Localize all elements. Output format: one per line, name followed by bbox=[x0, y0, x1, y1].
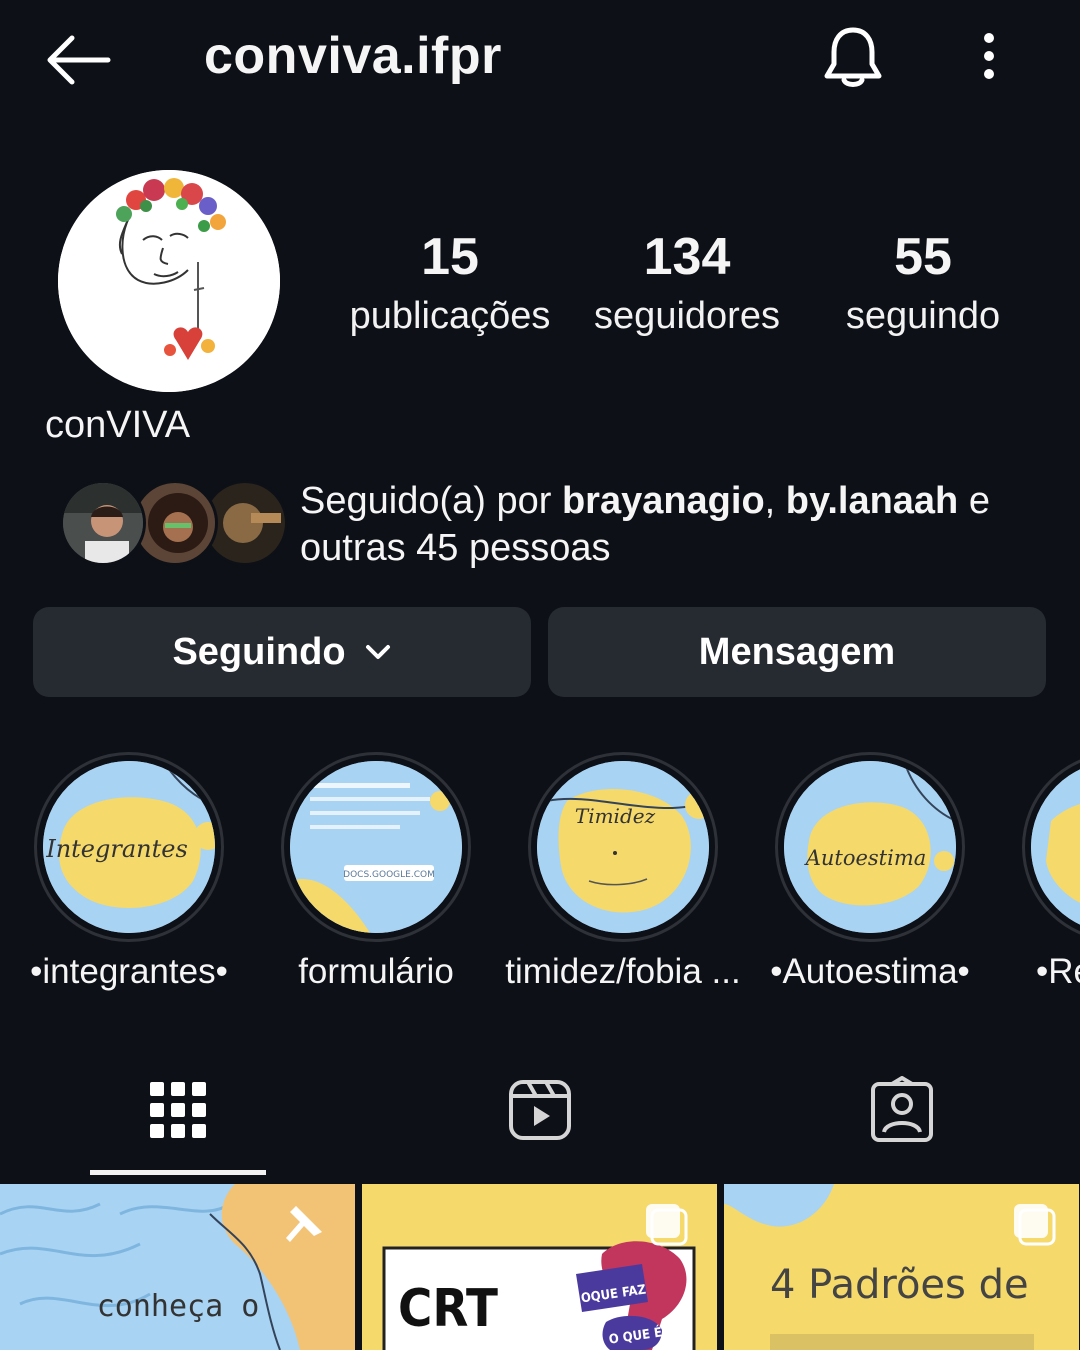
highlight-cover: Autoestima bbox=[784, 761, 956, 933]
reels-tab-icon[interactable] bbox=[506, 1076, 574, 1144]
highlight-integrantes[interactable]: Integrantes •integrantes• bbox=[30, 752, 228, 991]
profile-avatar[interactable] bbox=[58, 170, 280, 392]
mutual-followers-avatars[interactable] bbox=[60, 480, 288, 568]
post-tile-2[interactable]: CRT OQUE FAZ O QUE É bbox=[362, 1184, 717, 1350]
mutual-user-1[interactable]: brayanagio bbox=[562, 480, 765, 522]
profile-stats: 15 publicações 134 seguidores 55 seguind… bbox=[330, 226, 1050, 346]
followed-by-others: outras 45 pessoas bbox=[300, 527, 611, 569]
profile-username-title: conviva.ifpr bbox=[204, 27, 502, 85]
following-count: 55 bbox=[894, 228, 952, 286]
highlight-autoestima[interactable]: Autoestima •Autoestima• bbox=[770, 752, 970, 991]
posts-count: 15 bbox=[421, 228, 479, 286]
avatar-illustration bbox=[58, 170, 280, 392]
highlight-cover-text: DOCS.GOOGLE.COM bbox=[343, 870, 435, 880]
top-bar: conviva.ifpr bbox=[0, 0, 1080, 120]
following-button[interactable]: Seguindo bbox=[33, 607, 531, 697]
followed-by-suffix: e bbox=[958, 480, 990, 522]
highlight-cover: Timidez bbox=[537, 761, 709, 933]
followed-by-text[interactable]: Seguido(a) por brayanagio, by.lanaah e o… bbox=[300, 478, 1040, 572]
highlight-label: •Re bbox=[1036, 952, 1080, 991]
highlight-cover bbox=[1031, 761, 1080, 933]
highlight-cover-text: Autoestima bbox=[804, 846, 927, 870]
post-1-text: conheça o bbox=[97, 1289, 260, 1324]
highlight-cover: DOCS.GOOGLE.COM bbox=[290, 761, 462, 933]
more-vertical-icon[interactable] bbox=[972, 30, 1006, 86]
followers-label: seguidores bbox=[594, 295, 780, 337]
following-button-label: Seguindo bbox=[172, 630, 346, 673]
highlight-ring: Timidez bbox=[528, 752, 718, 942]
highlight-label: •integrantes• bbox=[30, 952, 228, 991]
chevron-down-icon bbox=[365, 645, 390, 659]
message-button-label: Mensagem bbox=[698, 630, 896, 673]
message-button[interactable]: Mensagem bbox=[548, 607, 1046, 697]
followed-by-separator: , bbox=[764, 480, 786, 522]
highlight-partial[interactable]: •Re bbox=[1022, 752, 1080, 1012]
profile-display-name: conVIVA bbox=[45, 404, 191, 446]
posts-stat[interactable]: 15 publicações bbox=[330, 226, 570, 344]
highlight-label: formulário bbox=[298, 952, 454, 991]
highlight-ring bbox=[1022, 752, 1080, 942]
following-label: seguindo bbox=[845, 295, 1001, 337]
post-2-text: CRT bbox=[398, 1279, 498, 1339]
highlight-timidez[interactable]: Timidez timidez/fobia ... bbox=[505, 752, 741, 991]
followers-stat[interactable]: 134 seguidores bbox=[567, 226, 807, 344]
highlight-ring: Integrantes bbox=[34, 752, 224, 942]
post-tile-1[interactable]: conheça o bbox=[0, 1184, 355, 1350]
arrow-left-icon[interactable] bbox=[42, 30, 116, 90]
followers-count: 134 bbox=[643, 228, 731, 286]
following-stat[interactable]: 55 seguindo bbox=[803, 226, 1043, 344]
grid-tab-icon[interactable] bbox=[144, 1076, 212, 1144]
highlight-cover-text: Timidez bbox=[575, 804, 656, 828]
highlight-ring: Autoestima bbox=[775, 752, 965, 942]
bell-icon[interactable] bbox=[820, 24, 886, 90]
mutual-user-2[interactable]: by.lanaah bbox=[786, 480, 958, 522]
post-3-text: 4 Padrões de bbox=[770, 1262, 1029, 1308]
highlight-formulario[interactable]: DOCS.GOOGLE.COM formulário bbox=[281, 752, 471, 991]
post-tile-3[interactable]: 4 Padrões de bbox=[724, 1184, 1079, 1350]
mutual-avatar-1 bbox=[60, 480, 146, 566]
highlight-cover: Integrantes bbox=[43, 761, 215, 933]
tagged-tab-icon[interactable] bbox=[868, 1076, 936, 1144]
active-tab-indicator bbox=[90, 1170, 266, 1175]
highlight-label: timidez/fobia ... bbox=[505, 952, 741, 991]
posts-label: publicações bbox=[349, 295, 551, 337]
highlight-label: •Autoestima• bbox=[770, 952, 970, 991]
followed-by-prefix: Seguido(a) por bbox=[300, 480, 562, 522]
highlight-ring: DOCS.GOOGLE.COM bbox=[281, 752, 471, 942]
highlight-cover-text: Integrantes bbox=[45, 835, 188, 863]
